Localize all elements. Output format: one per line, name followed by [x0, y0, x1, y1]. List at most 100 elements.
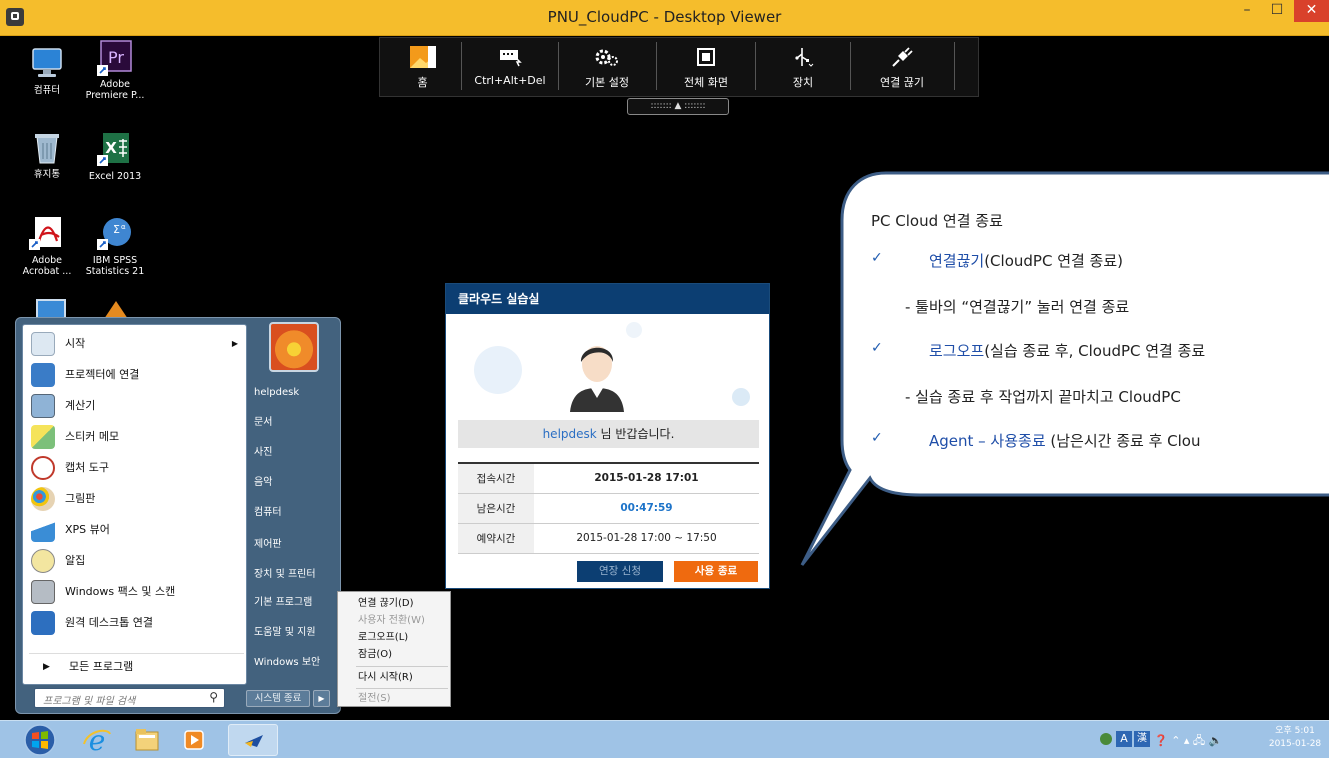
menu-separator: [356, 666, 448, 667]
start-item-fax-scan[interactable]: Windows 팩스 및 스캔: [29, 577, 244, 607]
calculator-icon: [31, 394, 55, 418]
start-item-xps-viewer[interactable]: XPS 뷰어: [29, 515, 244, 545]
ime-mode-icon[interactable]: A: [1116, 731, 1132, 747]
menu-item-logoff[interactable]: 로그오프(L): [338, 629, 450, 646]
cloud-lab-dialog: 클라우드 실습실 helpdesk 님 반갑습니다. 접속시간 2015-01-2…: [445, 283, 770, 589]
toolbar-collapse-handle[interactable]: ::::::: ▲ :::::::: [627, 98, 729, 115]
maximize-button[interactable]: ☐: [1262, 0, 1292, 22]
reservation-time-value: 2015-01-28 17:00 ~ 17:50: [534, 523, 759, 554]
callout-item-text: (남은시간 종료 후 Clou: [1045, 432, 1201, 450]
adobe-premiere-icon: Pr: [97, 39, 133, 76]
start-right-pictures[interactable]: 사진: [240, 438, 340, 468]
start-item-label: 알집: [65, 554, 86, 567]
start-item-getting-started[interactable]: 시작 ▶: [29, 329, 244, 359]
start-right-devices-printers[interactable]: 장치 및 프린터: [240, 560, 340, 590]
decorative-bubble: [626, 322, 642, 338]
start-right-default-programs[interactable]: 기본 프로그램: [240, 588, 340, 618]
callout-text: PC Cloud 연결 종료 ✓ 연결끊기(CloudPC 연결 종료) - 툴…: [871, 210, 1329, 500]
menu-item-sleep: 절전(S): [358, 693, 391, 704]
file-explorer-icon[interactable]: [128, 724, 166, 756]
system-tray: A 漢 ❓ ⌃ ▴ 🖧 🔈 오후 5:01 2015-01-28: [1092, 721, 1329, 758]
toolbar-preferences-button[interactable]: 기본 설정: [564, 38, 650, 94]
toolbar-devices-label: 장치: [792, 76, 814, 89]
clock-date: 2015-01-28: [1268, 739, 1322, 749]
shutdown-button[interactable]: 시스템 종료: [246, 690, 310, 707]
internet-explorer-icon[interactable]: e: [78, 724, 116, 757]
start-item-snipping-tool[interactable]: 캡처 도구: [29, 453, 244, 483]
toolbar-home-label: 홈: [417, 76, 428, 89]
start-right-help-support[interactable]: 도움말 및 지원: [240, 618, 340, 648]
start-right-windows-security[interactable]: Windows 보안: [240, 648, 340, 678]
end-use-button[interactable]: 사용 종료: [674, 561, 758, 582]
toolbar-home-button[interactable]: 홈: [384, 38, 461, 94]
desktop-icon-label: Acrobat ...: [22, 266, 72, 277]
start-search-input[interactable]: 프로그램 및 파일 검색 ⚲: [34, 688, 225, 708]
network-status-icon[interactable]: [1100, 733, 1112, 745]
desktop-icon-label: Adobe: [31, 255, 63, 266]
toolbar-ctrl-alt-del-label: Ctrl+Alt+Del: [474, 74, 546, 87]
shutdown-options-arrow[interactable]: ▶: [313, 690, 330, 707]
greeting-text: helpdesk 님 반갑습니다.: [458, 420, 759, 448]
start-button[interactable]: [20, 724, 60, 756]
toolbar-full-screen-button[interactable]: 전체 화면: [663, 38, 749, 94]
taskbar-clock[interactable]: 오후 5:01 2015-01-28: [1267, 725, 1323, 751]
desktop-icon-label: Statistics 21: [85, 266, 145, 277]
start-right-helpdesk[interactable]: helpdesk: [240, 378, 340, 408]
submenu-arrow-icon: ▶: [231, 339, 238, 348]
desktop-icon-adobe-acrobat[interactable]: Adobe Acrobat ...: [16, 215, 78, 277]
menu-item-lock[interactable]: 잠금(O): [338, 646, 450, 663]
callout-detail: - 툴바의 “연결끊기” 눌러 연결 종료: [905, 298, 1130, 316]
all-programs-item[interactable]: ▶ 모든 프로그램: [29, 653, 244, 679]
desktop-icon-adobe-premiere[interactable]: Pr Adobe Premiere P...: [84, 39, 146, 101]
start-item-label: 그림판: [65, 492, 96, 505]
start-right-documents[interactable]: 문서: [240, 408, 340, 438]
toolbar-separator: [461, 42, 462, 90]
dialog-header: 클라우드 실습실: [446, 284, 769, 314]
connect-time-key: 접속시간: [458, 463, 534, 494]
window-title: PNU_CloudPC - Desktop Viewer: [547, 8, 782, 26]
hanja-icon[interactable]: 漢: [1134, 731, 1150, 747]
close-button[interactable]: ✕: [1294, 0, 1329, 22]
desktop-icon-excel[interactable]: X Excel 2013: [84, 131, 146, 182]
search-placeholder: 프로그램 및 파일 검색: [43, 696, 136, 707]
toolbar-separator: [954, 42, 955, 90]
toolbar-ctrl-alt-del-button[interactable]: Ctrl+Alt+Del: [469, 38, 551, 94]
svg-text:X: X: [105, 139, 117, 157]
desktop-icon-computer[interactable]: 컴퓨터: [16, 45, 78, 96]
user-picture[interactable]: [269, 322, 319, 372]
start-right-computer[interactable]: 컴퓨터: [240, 498, 340, 528]
start-right-music[interactable]: 음악: [240, 468, 340, 498]
start-item-label: XPS 뷰어: [65, 523, 110, 536]
desktop-icon-label: Premiere P...: [85, 90, 145, 101]
callout-title: PC Cloud 연결 종료: [871, 212, 1003, 230]
desktop-icon-ibm-spss[interactable]: Σα IBM SPSS Statistics 21: [84, 215, 146, 277]
start-item-sticky-notes[interactable]: 스티커 메모: [29, 422, 244, 452]
menu-item-restart[interactable]: 다시 시작(R): [338, 669, 450, 686]
start-item-paint[interactable]: 그림판: [29, 484, 244, 514]
tray-icons[interactable]: ❓ ⌃ ▴ 🖧 🔈: [1154, 732, 1222, 751]
toolbar-separator: [558, 42, 559, 90]
start-item-projector[interactable]: 프로젝터에 연결: [29, 360, 244, 390]
start-right-control-panel[interactable]: 제어판: [240, 530, 340, 560]
start-item-label: 스티커 메모: [65, 430, 120, 443]
minimize-button[interactable]: –: [1232, 0, 1262, 22]
callout-item-text: (실습 종료 후, CloudPC 연결 종료: [984, 342, 1206, 360]
svg-text:α: α: [121, 223, 126, 231]
cloud-agent-taskbar-button[interactable]: [228, 724, 278, 756]
alzip-icon: [31, 549, 55, 573]
sticky-notes-icon: [31, 425, 55, 449]
menu-item-disconnect[interactable]: 연결 끊기(D): [338, 595, 450, 612]
adobe-acrobat-icon: [29, 215, 65, 251]
extend-request-button[interactable]: 연장 신청: [577, 561, 663, 582]
start-item-alzip[interactable]: 알집: [29, 546, 244, 576]
toolbar-disconnect-button[interactable]: 연결 끊기: [857, 38, 947, 94]
desktop-icon-recycle-bin[interactable]: 휴지통: [16, 129, 78, 180]
table-row: 남은시간 00:47:59: [458, 493, 759, 524]
start-item-remote-desktop[interactable]: 원격 데스크톱 연결: [29, 608, 244, 638]
toolbar-devices-button[interactable]: 장치: [762, 38, 844, 94]
media-player-icon[interactable]: [176, 724, 214, 756]
connect-time-value: 2015-01-28 17:01: [534, 463, 759, 494]
shutdown-options-menu: 연결 끊기(D) 사용자 전환(W) 로그오프(L) 잠금(O) 다시 시작(R…: [337, 591, 451, 707]
partially-hidden-desktop-icon: [36, 299, 66, 319]
start-item-calculator[interactable]: 계산기: [29, 391, 244, 421]
